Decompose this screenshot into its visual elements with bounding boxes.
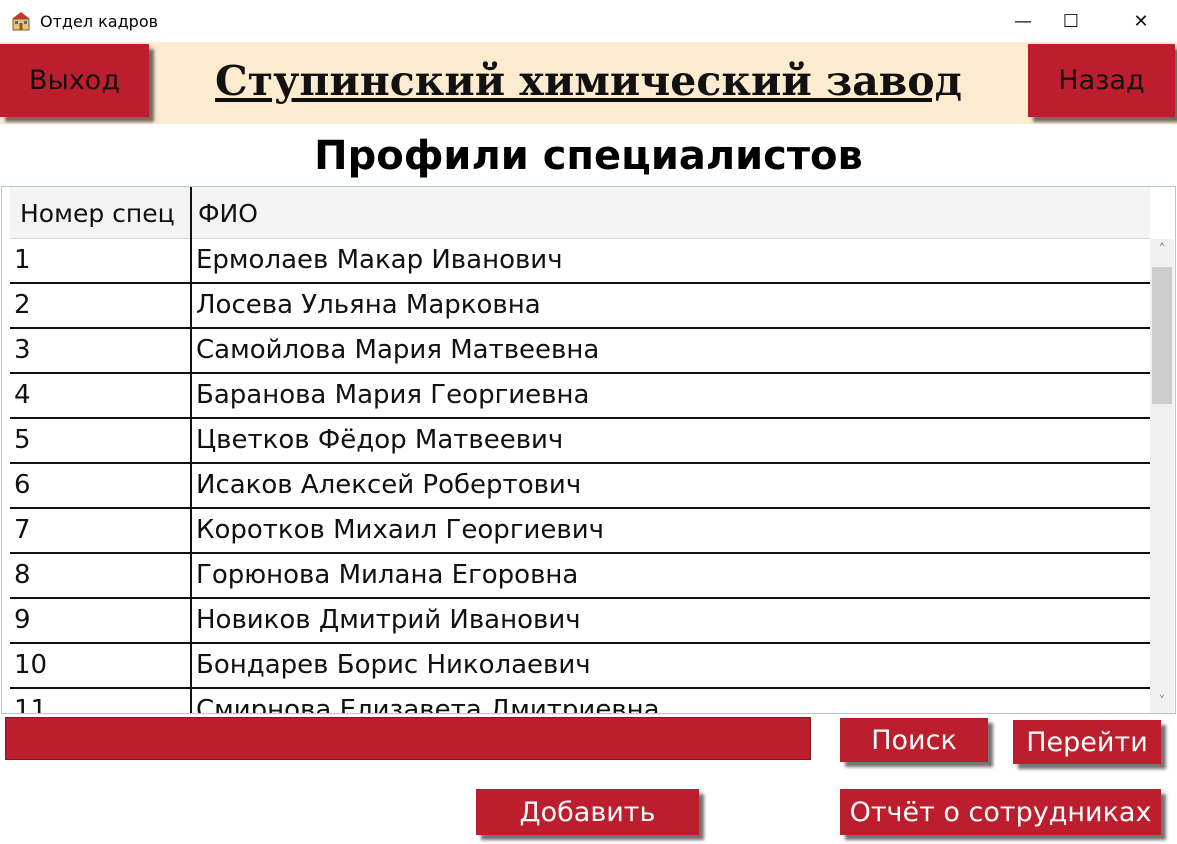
cell-name: Исаков Алексей Робертович (196, 470, 582, 500)
cell-name: Лосева Ульяна Марковна (196, 290, 541, 320)
search-input[interactable] (5, 717, 811, 760)
cell-name: Бондарев Борис Николаевич (196, 650, 591, 680)
cell-name: Смирнова Елизавета Дмитриевна (196, 695, 660, 713)
cell-number: 5 (14, 425, 31, 455)
cell-name: Новиков Дмитрий Иванович (196, 605, 581, 635)
column-divider (190, 187, 192, 713)
cell-name: Коротков Михаил Георгиевич (196, 515, 604, 545)
specialists-table[interactable]: Номер спец ФИО 1 Ермолаев Макар Иванович … (1, 186, 1176, 714)
scroll-down-icon[interactable]: ˅ (1150, 691, 1174, 713)
cell-number: 7 (14, 515, 31, 545)
search-button[interactable]: Поиск (840, 718, 988, 762)
go-button[interactable]: Перейти (1013, 720, 1161, 764)
employee-report-button[interactable]: Отчёт о сотрудниках (840, 789, 1161, 835)
table-row[interactable]: 9 Новиков Дмитрий Иванович (10, 599, 1150, 644)
cell-name: Баранова Мария Георгиевна (196, 380, 590, 410)
cell-number: 3 (14, 335, 31, 365)
table-row[interactable]: 2 Лосева Ульяна Марковна (10, 284, 1150, 329)
vertical-scrollbar[interactable]: ˄ ˅ (1150, 239, 1174, 713)
window-title: Отдел кадров (40, 12, 159, 31)
cell-name: Горюнова Милана Егоровна (196, 560, 579, 590)
building-icon (12, 12, 30, 31)
maximize-button[interactable]: ☐ (1048, 0, 1094, 42)
cell-number: 10 (14, 650, 48, 680)
table-row[interactable]: 5 Цветков Фёдор Матвеевич (10, 419, 1150, 464)
table-row[interactable]: 4 Баранова Мария Георгиевна (10, 374, 1150, 419)
page-title: Профили специалистов (314, 133, 863, 179)
table-row[interactable]: 3 Самойлова Мария Матвеевна (10, 329, 1150, 374)
cell-number: 2 (14, 290, 31, 320)
table-header: Номер спец ФИО (10, 187, 1150, 239)
cell-number: 11 (14, 695, 48, 713)
table-row[interactable]: 7 Коротков Михаил Георгиевич (10, 509, 1150, 554)
window-titlebar: Отдел кадров — ☐ ✕ (0, 0, 1177, 42)
cell-name: Цветков Фёдор Матвеевич (196, 425, 564, 455)
table-row[interactable]: 10 Бондарев Борис Николаевич (10, 644, 1150, 689)
add-button[interactable]: Добавить (476, 789, 699, 835)
column-header-name[interactable]: ФИО (198, 199, 258, 228)
scrollbar-thumb[interactable] (1152, 267, 1172, 404)
table-row[interactable]: 6 Исаков Алексей Робертович (10, 464, 1150, 509)
table-row[interactable]: 1 Ермолаев Макар Иванович (10, 239, 1150, 284)
cell-number: 6 (14, 470, 31, 500)
cell-number: 9 (14, 605, 31, 635)
close-button[interactable]: ✕ (1118, 0, 1164, 42)
table-row[interactable]: 8 Горюнова Милана Егоровна (10, 554, 1150, 599)
table-body: 1 Ермолаев Макар Иванович 2 Лосева Ульяна … (10, 239, 1150, 713)
minimize-button[interactable]: — (1000, 0, 1046, 42)
cell-name: Ермолаев Макар Иванович (196, 245, 563, 275)
cell-number: 1 (14, 245, 31, 275)
company-title: Ступинский химический завод (215, 57, 962, 105)
table-row[interactable]: 11 Смирнова Елизавета Дмитриевна (10, 689, 1150, 713)
cell-number: 8 (14, 560, 31, 590)
scroll-up-icon[interactable]: ˄ (1150, 239, 1174, 261)
cell-number: 4 (14, 380, 31, 410)
column-header-number[interactable]: Номер спец (20, 199, 175, 228)
cell-name: Самойлова Мария Матвеевна (196, 335, 600, 365)
back-button[interactable]: Назад (1028, 44, 1175, 117)
